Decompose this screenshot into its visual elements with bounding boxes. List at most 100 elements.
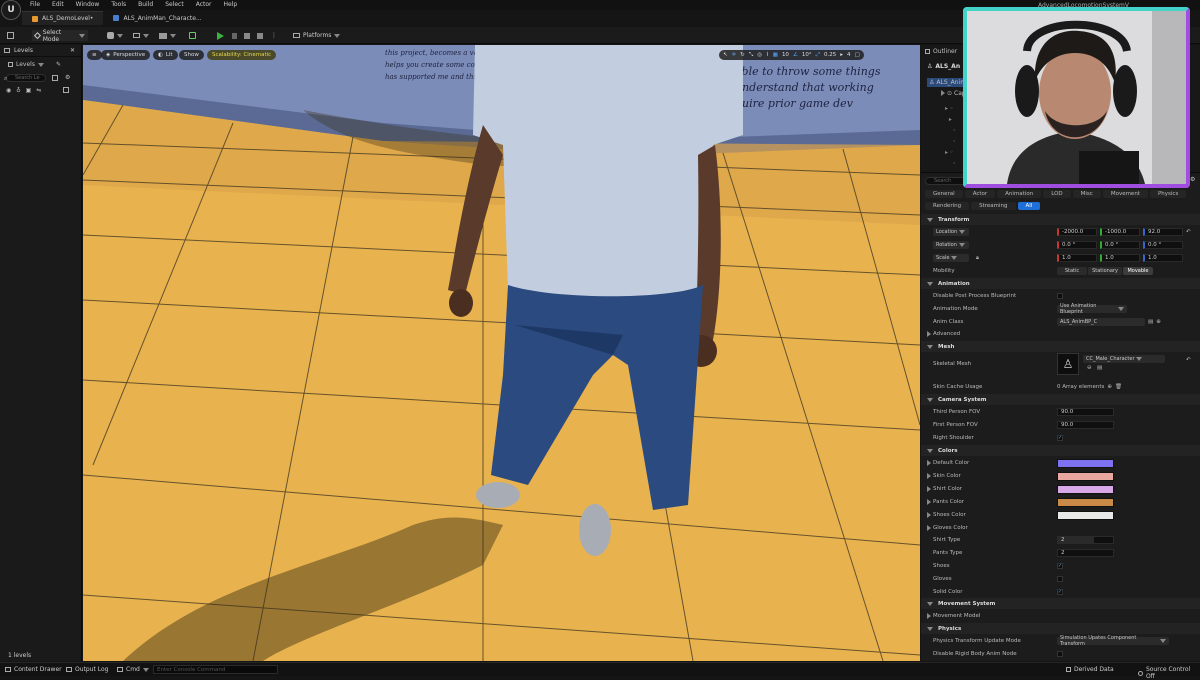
- chevron-right-icon[interactable]: [927, 512, 931, 518]
- color-swatch[interactable]: [1057, 497, 1114, 507]
- blueprints-icon[interactable]: [130, 30, 152, 41]
- lit-button[interactable]: ◐ Lit: [153, 50, 178, 60]
- platforms-dropdown[interactable]: Platforms: [290, 30, 343, 41]
- location-y[interactable]: -1000.0: [1100, 228, 1140, 236]
- advanced-row[interactable]: Advanced: [921, 328, 1200, 340]
- level-details-icon[interactable]: [63, 87, 69, 93]
- rotation-z[interactable]: 0.0 °: [1143, 241, 1183, 249]
- add-content-icon[interactable]: [104, 30, 126, 41]
- eye-icon[interactable]: ◉: [6, 87, 11, 94]
- menu-item-file[interactable]: File: [30, 1, 40, 8]
- console-input[interactable]: Enter Console Command: [153, 665, 278, 674]
- eject-button[interactable]: [254, 30, 266, 41]
- tab-animman-character[interactable]: ALS_AnimMan_Characte...: [103, 11, 211, 25]
- pants-type-field[interactable]: 2: [1057, 549, 1114, 557]
- mobility-static[interactable]: Static: [1057, 267, 1087, 275]
- details-tab-general[interactable]: General: [925, 190, 963, 198]
- skeletal-mesh-dropdown[interactable]: CC_Male_Character: [1083, 355, 1165, 363]
- shoes-checkbox[interactable]: ✓: [1057, 563, 1063, 569]
- add-element-icon[interactable]: ⊕: [1107, 384, 1112, 390]
- camera-speed-value[interactable]: 4: [847, 52, 851, 58]
- scale-tool-icon[interactable]: ⤡: [749, 52, 753, 59]
- reset-icon[interactable]: ↶: [1186, 357, 1191, 363]
- show-button[interactable]: Show: [179, 50, 204, 60]
- browse-icon[interactable]: ▤: [1148, 319, 1153, 325]
- details-tab-actor[interactable]: Actor: [964, 190, 996, 198]
- fp-fov-field[interactable]: 90.0: [1057, 421, 1114, 429]
- rotation-snap-icon[interactable]: ∠: [793, 52, 798, 58]
- play-button[interactable]: [214, 30, 227, 41]
- chevron-right-icon[interactable]: [927, 486, 931, 492]
- chevron-right-icon[interactable]: [927, 473, 931, 479]
- section-animation[interactable]: Animation: [921, 278, 1200, 289]
- color-swatch[interactable]: [1057, 471, 1114, 481]
- scale-z[interactable]: 1.0: [1143, 254, 1183, 262]
- tab-demo-level[interactable]: ALS_DemoLevel•: [22, 11, 104, 25]
- scale-snap-icon[interactable]: ⤢: [816, 52, 820, 59]
- menu-item-build[interactable]: Build: [138, 1, 153, 8]
- scale-snap-value[interactable]: 0.25: [824, 52, 836, 58]
- levels-search-input[interactable]: Search Le: [6, 74, 46, 82]
- location-x[interactable]: -2000.0: [1057, 228, 1097, 236]
- move-tool-icon[interactable]: ✛: [732, 52, 737, 58]
- mobility-movable[interactable]: Movable: [1123, 267, 1153, 275]
- rotate-tool-icon[interactable]: ↻: [740, 52, 745, 58]
- scale-lock-icon[interactable]: 🔒︎: [976, 255, 979, 262]
- outliner-row-selected[interactable]: ♙ ALS_Anim: [927, 78, 966, 87]
- section-mesh[interactable]: Mesh: [921, 341, 1200, 352]
- lock-icon[interactable]: ▣: [26, 87, 32, 94]
- more-options-icon[interactable]: ⋮: [268, 30, 280, 41]
- scale-x[interactable]: 1.0: [1057, 254, 1097, 262]
- shirt-type-field[interactable]: 2: [1057, 536, 1114, 544]
- rotation-dropdown[interactable]: Rotation: [933, 241, 969, 249]
- section-transform[interactable]: Transform: [921, 214, 1200, 225]
- save-icon[interactable]: [4, 30, 17, 41]
- anim-mode-dropdown[interactable]: Use Animation Blueprint: [1057, 303, 1127, 315]
- surface-snap-icon[interactable]: ⌇: [766, 52, 769, 58]
- cinematics-icon[interactable]: [156, 30, 179, 41]
- tp-fov-field[interactable]: 90.0: [1057, 408, 1114, 416]
- chevron-right-icon[interactable]: [927, 499, 931, 505]
- menu-item-select[interactable]: Select: [165, 1, 184, 8]
- details-tab-misc[interactable]: Misc: [1072, 190, 1101, 198]
- menu-item-window[interactable]: Window: [76, 1, 100, 8]
- movement-model-row[interactable]: Movement Model: [921, 610, 1200, 622]
- mobility-stationary[interactable]: Stationary: [1088, 267, 1122, 275]
- outliner-tree-rows[interactable]: ▸ ◦ ▸ ◦ ◦ ▸ ◦ ◦: [945, 103, 956, 169]
- outliner-selected-actor[interactable]: ♙ ALS_An: [927, 63, 960, 70]
- location-dropdown[interactable]: Location: [933, 228, 969, 236]
- details-tab-lod[interactable]: LOD: [1043, 190, 1071, 198]
- details-tab-movement[interactable]: Movement: [1102, 190, 1148, 198]
- select-tool-icon[interactable]: ↖: [723, 52, 728, 58]
- menu-item-tools[interactable]: Tools: [111, 1, 126, 8]
- level-viewport[interactable]: this project, becomes a valuable learn h…: [83, 45, 920, 661]
- unreal-logo-icon[interactable]: U: [1, 0, 21, 20]
- details-tab-streaming[interactable]: Streaming: [971, 202, 1016, 210]
- settings-gear-icon[interactable]: ⚙: [65, 74, 70, 81]
- section-physics[interactable]: Physics: [921, 623, 1200, 634]
- menu-item-edit[interactable]: Edit: [52, 1, 64, 8]
- details-tab-animation[interactable]: Animation: [997, 190, 1042, 198]
- content-drawer-button[interactable]: Content Drawer: [5, 666, 62, 673]
- close-icon[interactable]: ✕: [70, 47, 75, 54]
- color-swatch[interactable]: [1057, 458, 1114, 468]
- levels-dropdown[interactable]: Levels: [8, 61, 44, 68]
- anim-class-dropdown[interactable]: ALS_AnimBP_C: [1057, 318, 1145, 326]
- color-swatch[interactable]: [1057, 524, 1114, 533]
- pencil-icon[interactable]: ✎: [56, 61, 61, 68]
- mesh-thumbnail[interactable]: ♙: [1057, 353, 1079, 375]
- color-swatch[interactable]: [1057, 484, 1114, 494]
- build-icon[interactable]: [186, 30, 199, 41]
- use-selected-icon[interactable]: ⊖: [1087, 365, 1092, 371]
- right-shoulder-checkbox[interactable]: ✓: [1057, 435, 1063, 441]
- details-tab-all[interactable]: All: [1017, 202, 1041, 210]
- rotation-x[interactable]: 0.0 °: [1057, 241, 1097, 249]
- world-local-icon[interactable]: ◎: [757, 52, 762, 58]
- disable-pp-checkbox[interactable]: [1057, 293, 1063, 299]
- section-colors[interactable]: Colors: [921, 445, 1200, 456]
- skip-button[interactable]: [229, 30, 240, 41]
- perspective-button[interactable]: ◈ Perspective: [101, 50, 151, 60]
- lightbulb-icon[interactable]: ♁: [16, 87, 20, 94]
- folder-icon[interactable]: [52, 75, 58, 81]
- derived-data-button[interactable]: Derived Data: [1066, 666, 1114, 673]
